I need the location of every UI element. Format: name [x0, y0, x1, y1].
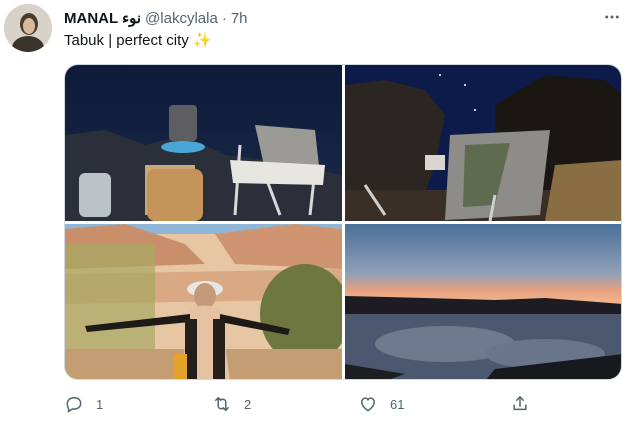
heart-icon: [358, 394, 378, 414]
sparkle-icon: ✨: [192, 32, 212, 49]
tweet-actions: 1 2 61: [60, 392, 540, 416]
tweet-text-body: Tabuk | perfect city: [64, 32, 189, 49]
share-icon: [510, 394, 530, 414]
photo-night-camping[interactable]: [65, 65, 342, 221]
retweet-button[interactable]: 2: [212, 392, 251, 416]
tweet-text: Tabuk | perfect city ✨: [64, 31, 212, 49]
like-count: 61: [390, 396, 405, 412]
separator-dot: ·: [221, 9, 227, 27]
tweet: MANAL نوء @lakcylala · 7h Tabuk | perfec…: [0, 0, 636, 424]
retweet-icon: [212, 394, 232, 414]
like-button[interactable]: 61: [358, 392, 404, 416]
photo-night-rock-chair[interactable]: [345, 65, 621, 221]
media-grid: [64, 64, 622, 380]
display-name[interactable]: MANAL نوء: [64, 9, 141, 27]
photo-sunset-lake[interactable]: [345, 224, 621, 379]
retweet-count: 2: [244, 396, 252, 412]
reply-count: 1: [96, 396, 104, 412]
user-handle[interactable]: @lakcylala: [145, 10, 218, 27]
photo-desert-woman[interactable]: [65, 224, 342, 379]
reply-button[interactable]: 1: [64, 392, 103, 416]
tweet-header: MANAL نوء @lakcylala · 7h: [64, 8, 248, 28]
avatar[interactable]: [4, 4, 52, 52]
timestamp[interactable]: 7h: [231, 10, 248, 27]
more-icon[interactable]: [602, 7, 622, 27]
share-button[interactable]: [510, 392, 530, 416]
reply-icon: [64, 394, 84, 414]
